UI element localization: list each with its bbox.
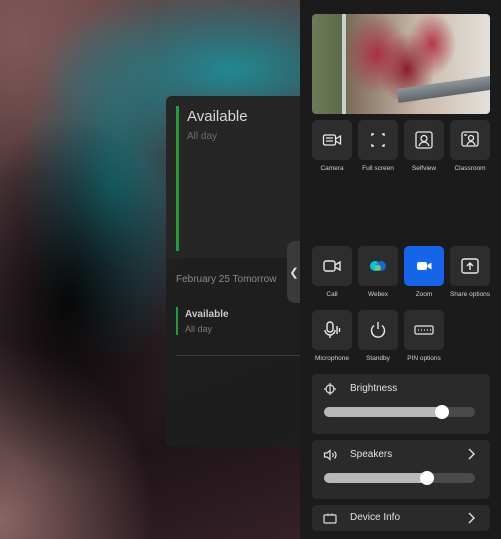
brightness-label: Brightness [350, 383, 398, 394]
video-call-icon [323, 260, 341, 272]
fullscreen-button[interactable] [358, 120, 398, 160]
divider [176, 355, 300, 356]
selfview-icon [415, 131, 433, 149]
zoom-icon [417, 262, 432, 270]
call-button[interactable] [312, 246, 352, 286]
chevron-right-icon[interactable] [466, 448, 476, 460]
pin-options-label: PIN options [407, 355, 441, 362]
standby-button[interactable] [358, 310, 398, 350]
fullscreen-icon [371, 133, 385, 147]
speakers-card: Speakers [312, 440, 490, 499]
brightness-icon [324, 383, 336, 395]
brightness-card: Brightness [312, 374, 490, 434]
device-icon [323, 513, 337, 524]
speakers-volume-slider[interactable] [324, 471, 475, 485]
microphone-icon [324, 321, 341, 338]
power-icon [370, 322, 386, 338]
chevron-left-icon: ❮ [289, 266, 299, 279]
microphone-button[interactable] [312, 310, 352, 350]
classroom-button[interactable] [450, 120, 490, 160]
selfview-preview[interactable] [312, 14, 490, 114]
event-color-bar [176, 307, 178, 335]
camera-button[interactable] [312, 120, 352, 160]
control-panel: Camera Full screen Selfview Classroom Ca… [300, 0, 501, 539]
webex-button[interactable] [358, 246, 398, 286]
share-options-button[interactable] [450, 246, 490, 286]
current-status-card: Available All day [166, 96, 300, 258]
pin-options-button[interactable] [404, 310, 444, 350]
date-heading: February 25 Tomorrow [176, 274, 277, 285]
brightness-slider[interactable] [324, 405, 475, 419]
event-title[interactable]: Available [185, 309, 229, 320]
keypad-icon [414, 325, 434, 335]
webex-icon [370, 261, 386, 271]
device-info-label: Device Info [350, 512, 401, 523]
speakers-label: Speakers [350, 449, 393, 460]
speakers-slider-fill [324, 473, 427, 483]
status-color-bar [176, 106, 179, 251]
zoom-button[interactable] [404, 246, 444, 286]
status-subtitle: All day [187, 131, 218, 142]
classroom-icon [461, 131, 479, 147]
share-icon [461, 258, 479, 274]
status-title: Available [187, 108, 248, 125]
selfview-button[interactable] [404, 120, 444, 160]
calendar-panel: Available All day February 25 Tomorrow A… [166, 96, 300, 447]
event-subtitle: All day [185, 324, 213, 334]
classroom-label: Classroom [454, 165, 486, 172]
device-info-button[interactable]: Device Info [312, 505, 490, 531]
speakers-slider-thumb[interactable] [419, 471, 434, 485]
brightness-slider-fill [324, 407, 442, 417]
collapse-panel-handle[interactable]: ❮ [287, 241, 301, 303]
camera-settings-icon [322, 134, 342, 146]
speaker-icon [323, 449, 337, 461]
chevron-right-icon [468, 512, 475, 524]
share-options-label: Share options [449, 291, 491, 298]
preview-post [342, 14, 346, 114]
brightness-slider-thumb[interactable] [434, 405, 449, 419]
preview-rod [396, 75, 490, 103]
